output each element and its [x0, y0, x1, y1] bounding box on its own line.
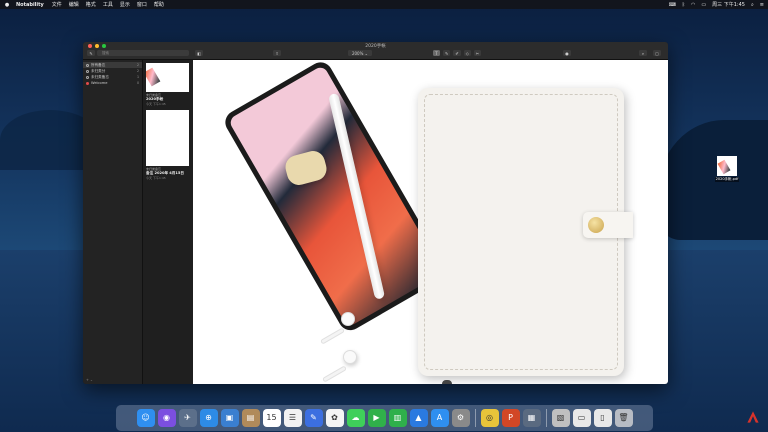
calendar-icon[interactable]: 15: [262, 409, 281, 427]
system-prefs-icon[interactable]: ⚙: [451, 409, 470, 427]
desktop-hill-right: [658, 120, 768, 240]
note-list: 未归类备忘 2020手帐 今天 下午1:45 未归类备忘 备注 2020年 4月…: [142, 60, 193, 384]
page-handle[interactable]: [442, 380, 452, 384]
menu-view[interactable]: 显示: [120, 1, 130, 8]
sidebar-item-count: 1: [136, 75, 139, 79]
preview-icon[interactable]: ▣: [220, 409, 239, 427]
circle-icon: [86, 63, 89, 67]
note-thumbnail: [146, 110, 189, 166]
menu-file[interactable]: 文件: [52, 1, 62, 8]
photos-icon[interactable]: ✿: [325, 409, 344, 427]
note-date: 今天 下午1:45: [146, 176, 166, 180]
window-icon[interactable]: ▭: [572, 409, 591, 427]
sidebar-item-label: 未归类备忘: [91, 74, 109, 79]
menu-help[interactable]: 帮助: [154, 1, 164, 8]
menubar-clock[interactable]: 周三 下午1:45: [712, 1, 745, 8]
sidebar-item-count: 2: [136, 69, 139, 73]
archive-icon[interactable]: ▧: [551, 409, 570, 427]
appstore-icon[interactable]: A: [430, 409, 449, 427]
airpod-image: [321, 350, 357, 383]
sidebar-item-uncategorized-dividers[interactable]: 未归类分 2: [83, 68, 142, 74]
red-circle-icon: [86, 81, 89, 85]
airpod-image: [319, 312, 355, 345]
siri-icon[interactable]: ◉: [157, 409, 176, 427]
spotlight-icon[interactable]: ⌕: [751, 2, 754, 8]
sidebar-item-count: 2: [136, 63, 139, 67]
window-title: 2020手帐: [365, 44, 386, 49]
search-input[interactable]: 搜索: [97, 50, 189, 56]
menu-edit[interactable]: 编辑: [69, 1, 79, 8]
sidebar-add-button[interactable]: + ⌄: [86, 378, 93, 382]
sidebar-item-uncategorized-notes[interactable]: 未归类备忘 1: [83, 74, 142, 80]
window-body: 所有备忘 2 未归类分 2 未归类备忘 1 Welcome 0 + ⌄ 未归类备…: [83, 60, 668, 384]
desktop-file[interactable]: 2020手帐.pdf: [715, 156, 739, 182]
control-center-icon[interactable]: ≡: [760, 2, 764, 8]
dock-separator: [545, 409, 547, 427]
app-menu[interactable]: Notability: [16, 2, 44, 8]
tool-palette: T ✎ ✐ ◇ ✂: [433, 50, 482, 56]
thumbnail-illustration: [146, 67, 161, 87]
airpod-stem: [319, 327, 346, 345]
numbers-icon[interactable]: ▥: [388, 409, 407, 427]
share-button[interactable]: ⇪: [273, 50, 281, 56]
launchpad-icon[interactable]: ✈: [178, 409, 197, 427]
desktop-file-name: 2020手帐.pdf: [715, 177, 739, 182]
brand-logo-icon: [747, 411, 759, 423]
facetime-icon[interactable]: ▶: [367, 409, 386, 427]
note-thumbnail: [146, 63, 189, 92]
doc-icon[interactable]: ▯: [593, 409, 612, 427]
sidebar-item-welcome[interactable]: Welcome 0: [83, 80, 142, 86]
menu-window[interactable]: 窗口: [137, 1, 147, 8]
circle-icon: [86, 75, 89, 79]
note-search-button[interactable]: ⌕: [639, 50, 647, 56]
record-button[interactable]: ●: [563, 50, 571, 56]
note-date: 今天 下午1:45: [146, 102, 166, 106]
messages-icon[interactable]: ☁: [346, 409, 365, 427]
new-note-button[interactable]: ✎: [87, 50, 95, 56]
notability-window: 2020手帐 ✎ 搜索 ◧ ⇪ 200% ⌄ T ✎ ✐ ◇ ✂ ● ⌕ ▢ 所…: [83, 42, 668, 384]
contacts-icon[interactable]: ▤: [241, 409, 260, 427]
bluetooth-icon[interactable]: ᛒ: [682, 2, 685, 8]
screen-icon[interactable]: ▦: [522, 409, 541, 427]
note-canvas[interactable]: [193, 60, 668, 384]
safari-icon[interactable]: ⊕: [199, 409, 218, 427]
reminders-icon[interactable]: ☰: [283, 409, 302, 427]
sidebar: 所有备忘 2 未归类分 2 未归类备忘 1 Welcome 0 + ⌄: [83, 60, 142, 384]
dock-separator: [474, 409, 476, 427]
finder-icon[interactable]: ☺: [136, 409, 155, 427]
menu-format[interactable]: 格式: [86, 1, 96, 8]
pen-tool-button[interactable]: ✎: [443, 50, 451, 56]
airpod-stem: [321, 365, 348, 383]
text-tool-button[interactable]: T: [433, 50, 440, 56]
notability-icon[interactable]: ✎: [304, 409, 323, 427]
sidebar-item-label: 未归类分: [91, 68, 106, 73]
battery-icon[interactable]: ▭: [701, 2, 706, 8]
highlighter-tool-button[interactable]: ✐: [453, 50, 461, 56]
note-card[interactable]: 未归类备忘 2020手帐 今天 下午1:45: [146, 63, 190, 106]
powerpoint-icon[interactable]: P: [501, 409, 520, 427]
keyboard-icon[interactable]: ⌨: [669, 2, 676, 8]
desktop-file-thumbnail: [717, 156, 737, 176]
sidebar-toggle-button[interactable]: ◧: [195, 50, 203, 56]
dock: ☺ ◉ ✈ ⊕ ▣ ▤ 15 ☰ ✎ ✿ ☁ ▶ ▥ ▲ A ⚙ ◎ P ▦ ▧ ▭ ▯ 🗑: [116, 405, 653, 431]
sidebar-item-all-notes[interactable]: 所有备忘 2: [83, 62, 142, 68]
sidebar-item-label: 所有备忘: [91, 62, 106, 67]
eraser-tool-button[interactable]: ◇: [463, 50, 471, 56]
keynote-icon[interactable]: ▲: [409, 409, 428, 427]
window-titlebar: 2020手帐 ✎ 搜索 ◧ ⇪ 200% ⌄ T ✎ ✐ ◇ ✂ ● ⌕ ▢: [83, 42, 668, 60]
circle-icon: [86, 69, 89, 73]
planner-snap-button: [588, 217, 604, 233]
zoom-select[interactable]: 200% ⌄: [348, 50, 372, 56]
sidebar-item-label: Welcome: [91, 81, 108, 85]
lasso-tool-button[interactable]: ✂: [473, 50, 482, 56]
menu-bar: ● Notability 文件 编辑 格式 工具 显示 窗口 帮助 ⌨ ᛒ ◠ …: [0, 0, 768, 9]
trash-icon[interactable]: 🗑: [614, 409, 633, 427]
chrome-icon[interactable]: ◎: [480, 409, 499, 427]
menu-tools[interactable]: 工具: [103, 1, 113, 8]
sidebar-item-count: 0: [136, 81, 139, 85]
wifi-icon[interactable]: ◠: [691, 2, 695, 8]
page-view-button[interactable]: ▢: [653, 50, 661, 56]
apple-menu-icon[interactable]: ●: [4, 2, 10, 8]
note-card[interactable]: 未归类备忘 备注 2020年 4月15日 今天 下午1:45: [146, 110, 190, 180]
